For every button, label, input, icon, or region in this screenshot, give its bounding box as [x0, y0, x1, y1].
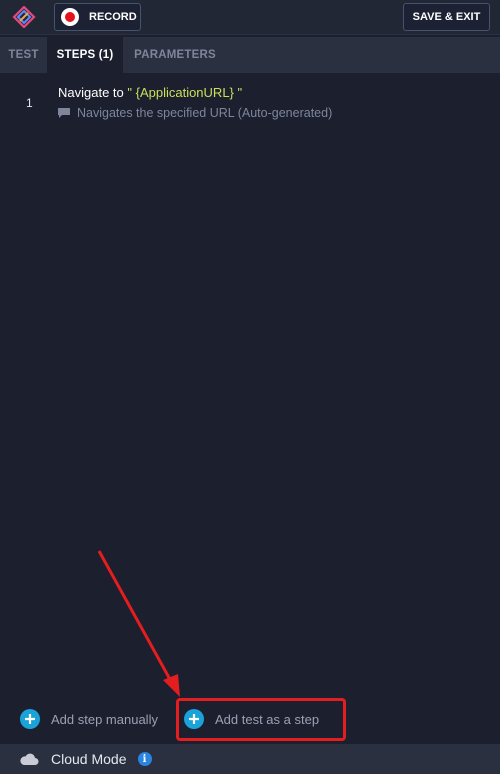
step-title[interactable]: Navigate to " {ApplicationURL} ": [58, 85, 242, 100]
highlight-box: [176, 698, 346, 741]
step-parameter: " {ApplicationURL} ": [127, 85, 243, 100]
comment-icon: [58, 108, 70, 118]
tab-test[interactable]: TEST: [0, 37, 47, 73]
info-icon[interactable]: i: [137, 752, 152, 766]
tab-steps[interactable]: STEPS (1): [47, 37, 123, 73]
step-number: 1: [26, 96, 33, 110]
step-description: Navigates the specified URL (Auto-genera…: [57, 106, 332, 120]
step-action-text: Navigate to: [58, 85, 128, 100]
tab-parameters[interactable]: PARAMETERS: [123, 37, 227, 73]
footer-bar: Cloud Mode i: [0, 744, 500, 774]
add-step-manually-label: Add step manually: [51, 711, 158, 727]
add-step-manually-button[interactable]: Add step manually: [20, 709, 158, 729]
record-button-label: RECORD: [89, 11, 137, 23]
cloud-icon: [20, 753, 39, 765]
step-description-text: Navigates the specified URL (Auto-genera…: [77, 106, 333, 120]
plus-circle-icon: [20, 709, 40, 729]
cloud-mode-label: Cloud Mode: [51, 751, 127, 767]
save-exit-button[interactable]: SAVE & EXIT: [403, 3, 490, 31]
top-toolbar: RECORD SAVE & EXIT: [0, 0, 500, 35]
app-logo-icon[interactable]: [12, 6, 36, 28]
tab-bar: TEST STEPS (1) PARAMETERS: [0, 37, 500, 73]
record-icon: [61, 8, 79, 26]
record-button[interactable]: RECORD: [54, 3, 141, 31]
